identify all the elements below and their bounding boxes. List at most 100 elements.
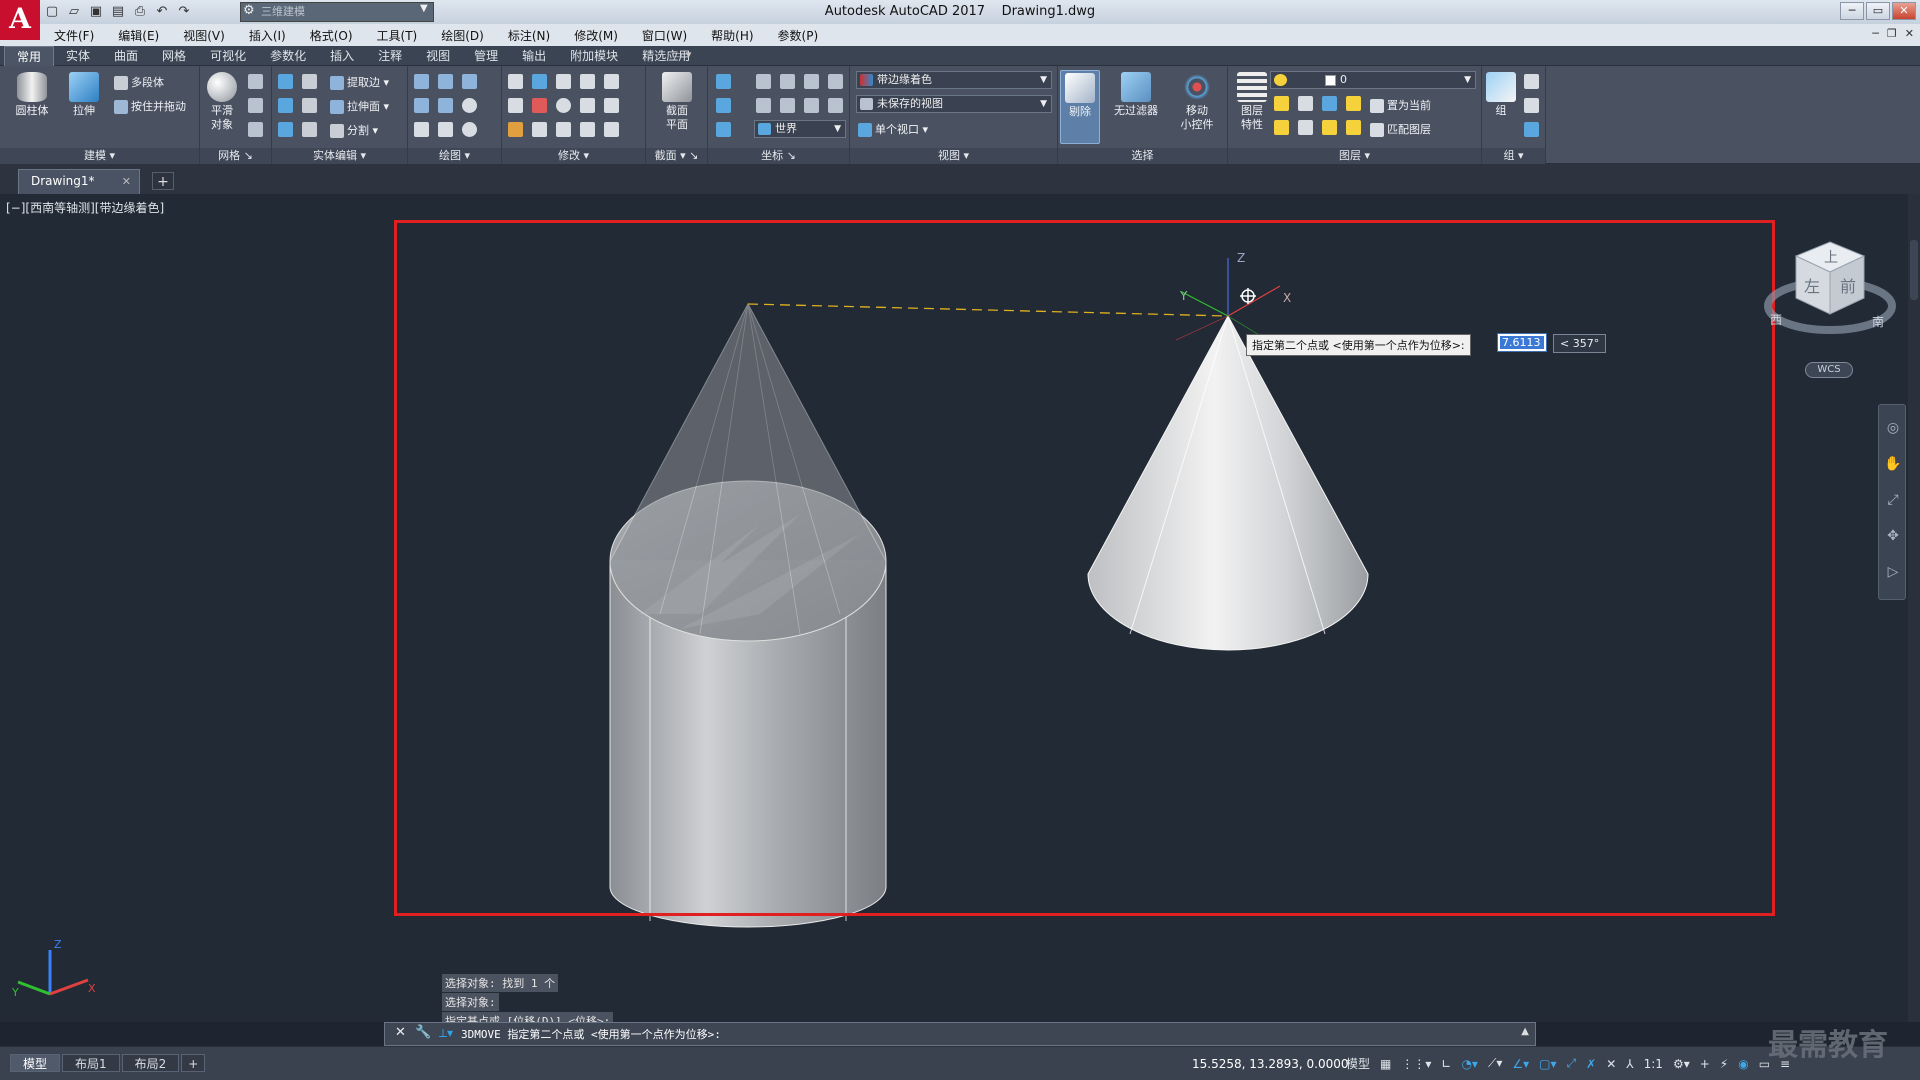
scrollbar-thumb[interactable] xyxy=(1910,240,1918,300)
compass-west-label[interactable]: 西 xyxy=(1770,313,1782,327)
ribbon-minimize-icon[interactable]: ▭ ▾ xyxy=(672,48,691,61)
menu-format[interactable]: 格式(O) xyxy=(310,27,353,44)
culling-button[interactable]: 剔除 xyxy=(1060,70,1100,144)
chevron-up-icon[interactable]: ▲ xyxy=(1521,1026,1529,1037)
minimize-button[interactable]: ─ xyxy=(1840,2,1864,20)
set-current-button[interactable]: 置为当前 xyxy=(1370,97,1431,113)
extrude-button[interactable]: 拉伸 xyxy=(60,72,108,118)
extend-icon[interactable] xyxy=(532,122,547,137)
group-button[interactable]: 组 xyxy=(1484,72,1518,118)
layer-thaw-icon[interactable] xyxy=(1322,120,1337,135)
wrench-icon[interactable]: 🔧 xyxy=(415,1025,431,1040)
wcs-menu[interactable]: WCS xyxy=(1805,362,1853,378)
group-edit-icon[interactable] xyxy=(1524,98,1539,113)
selection-cycling-icon[interactable]: ✗ xyxy=(1586,1057,1596,1071)
panel-title-layers[interactable]: 图层 ▾ xyxy=(1228,148,1481,164)
menu-view[interactable]: 视图(V) xyxy=(183,27,225,44)
pan-hand-icon[interactable]: ✋ xyxy=(1884,455,1902,473)
ellipse-icon[interactable] xyxy=(462,122,477,137)
tab-surface[interactable]: 曲面 xyxy=(102,46,150,66)
tab-home[interactable]: 常用 xyxy=(4,46,55,66)
solid-slice-icon[interactable] xyxy=(302,98,317,113)
extrude-faces-button[interactable]: 拉伸面 ▾ xyxy=(330,98,389,114)
annotation-scale-value[interactable]: 1:1 xyxy=(1644,1057,1663,1071)
copy-icon[interactable] xyxy=(580,74,595,89)
layer-freeze-icon[interactable] xyxy=(1322,96,1337,111)
polar-tracking-icon[interactable]: ◔▾ xyxy=(1461,1057,1478,1071)
layer-off-icon[interactable] xyxy=(1274,96,1289,111)
construction-line-icon[interactable] xyxy=(438,98,453,113)
tab-mesh[interactable]: 网格 xyxy=(150,46,198,66)
no-filter-button[interactable]: 无过滤器 xyxy=(1106,72,1166,118)
mesh-uncrease-icon[interactable] xyxy=(248,122,263,137)
extract-edges-button[interactable]: 提取边 ▾ xyxy=(330,74,389,90)
snap-icon[interactable]: ⋮⋮▾ xyxy=(1401,1057,1431,1071)
object-snap-tracking-icon[interactable]: ∠▾ xyxy=(1512,1057,1529,1071)
doc-minimize-icon[interactable]: ─ xyxy=(1872,27,1879,40)
panel-title-draw[interactable]: 绘图 ▾ xyxy=(408,148,501,164)
subtract-icon[interactable] xyxy=(278,98,293,113)
layer-unisolate-icon[interactable] xyxy=(1298,120,1313,135)
section-plane-button[interactable]: 截面 平面 xyxy=(656,72,698,132)
tab-layout1[interactable]: 布局1 xyxy=(62,1054,120,1072)
tab-manage[interactable]: 管理 xyxy=(462,46,510,66)
arc-icon[interactable] xyxy=(462,74,477,89)
panel-title-solid-editing[interactable]: 实体编辑 ▾ xyxy=(272,148,407,164)
tab-insert[interactable]: 插入 xyxy=(318,46,366,66)
doc-restore-icon[interactable]: ❐ xyxy=(1887,27,1897,40)
stretch-icon[interactable] xyxy=(556,122,571,137)
polygon-icon[interactable] xyxy=(414,122,429,137)
move-gizmo-button[interactable]: 移动 小控件 xyxy=(1170,72,1224,132)
ucs-dropdown[interactable]: 世界 ▼ xyxy=(754,120,846,138)
orbit-icon[interactable]: ✥ xyxy=(1884,527,1902,545)
viewcube[interactable]: 上 左 前 西 南 xyxy=(1760,232,1900,352)
line-icon[interactable] xyxy=(414,74,429,89)
visual-style-dropdown[interactable]: 带边缘着色 ▼ xyxy=(856,71,1052,89)
tab-solid[interactable]: 实体 xyxy=(54,46,102,66)
polyline-icon[interactable] xyxy=(438,74,453,89)
ucs-object-icon[interactable] xyxy=(756,98,771,113)
model-space-toggle[interactable]: 模型 xyxy=(1346,1055,1370,1072)
mesh-refine-icon[interactable] xyxy=(248,74,263,89)
panel-title-section[interactable]: 截面 ▾ ↘ xyxy=(646,148,707,164)
viewcube-top-label[interactable]: 上 xyxy=(1824,250,1838,266)
showmotion-icon[interactable]: ▷ xyxy=(1884,563,1902,581)
hardware-acceleration-icon[interactable]: ⚡ xyxy=(1720,1057,1728,1071)
array-icon[interactable] xyxy=(580,122,595,137)
drawing-viewport[interactable]: [−][西南等轴测][带边缘着色] Z X Y 指定第二个点或 <使用第一个点作… xyxy=(0,194,1920,1022)
rectangle-icon[interactable] xyxy=(438,122,453,137)
move-3d-icon[interactable] xyxy=(532,74,547,89)
command-line[interactable]: ✕ 🔧 ⟂▾ 3DMOVE 指定第二个点或 <使用第一个点作为位移>: ▲ xyxy=(384,1022,1536,1046)
spline-icon[interactable] xyxy=(414,98,429,113)
match-layer-button[interactable]: 匹配图层 xyxy=(1370,121,1431,137)
ucs-previous-icon[interactable] xyxy=(828,98,843,113)
isolate-objects-icon[interactable]: ◉ xyxy=(1738,1057,1748,1071)
ortho-icon[interactable]: ∟ xyxy=(1441,1057,1451,1071)
tab-visualize[interactable]: 可视化 xyxy=(198,46,258,66)
grid-icon[interactable]: ▦ xyxy=(1380,1057,1391,1071)
ucs-face-icon[interactable] xyxy=(780,98,795,113)
layer-lock-icon[interactable] xyxy=(1346,96,1361,111)
union-icon[interactable] xyxy=(278,74,293,89)
vertical-scrollbar[interactable] xyxy=(1908,194,1920,1022)
panel-title-mesh[interactable]: 网格 ↘ xyxy=(200,148,271,164)
menu-help[interactable]: 帮助(H) xyxy=(711,27,753,44)
panel-title-coordinates[interactable]: 坐标 ↘ xyxy=(708,148,849,164)
menu-edit[interactable]: 编辑(E) xyxy=(118,27,159,44)
tab-parametric[interactable]: 参数化 xyxy=(258,46,318,66)
maximize-button[interactable]: ▭ xyxy=(1866,2,1890,20)
viewcube-left-label[interactable]: 左 xyxy=(1804,277,1820,296)
panel-title-groups[interactable]: 组 ▾ xyxy=(1482,148,1545,164)
mesh-crease-icon[interactable] xyxy=(248,98,263,113)
gear-icon[interactable]: ⚙▾ xyxy=(1673,1057,1690,1071)
ungroup-icon[interactable] xyxy=(1524,74,1539,89)
viewport-config-button[interactable]: 单个视口 ▾ xyxy=(858,121,928,137)
layer-dropdown[interactable]: 0 ▼ xyxy=(1270,71,1476,89)
scale-icon[interactable] xyxy=(580,98,595,113)
menu-dimension[interactable]: 标注(N) xyxy=(508,27,550,44)
isodraft-icon[interactable]: ⟋▾ xyxy=(1488,1056,1502,1071)
tab-view[interactable]: 视图 xyxy=(414,46,462,66)
solid-thicken-icon[interactable] xyxy=(302,122,317,137)
tab-addins[interactable]: 附加模块 xyxy=(558,46,630,66)
plus-icon[interactable]: + xyxy=(1700,1057,1710,1071)
